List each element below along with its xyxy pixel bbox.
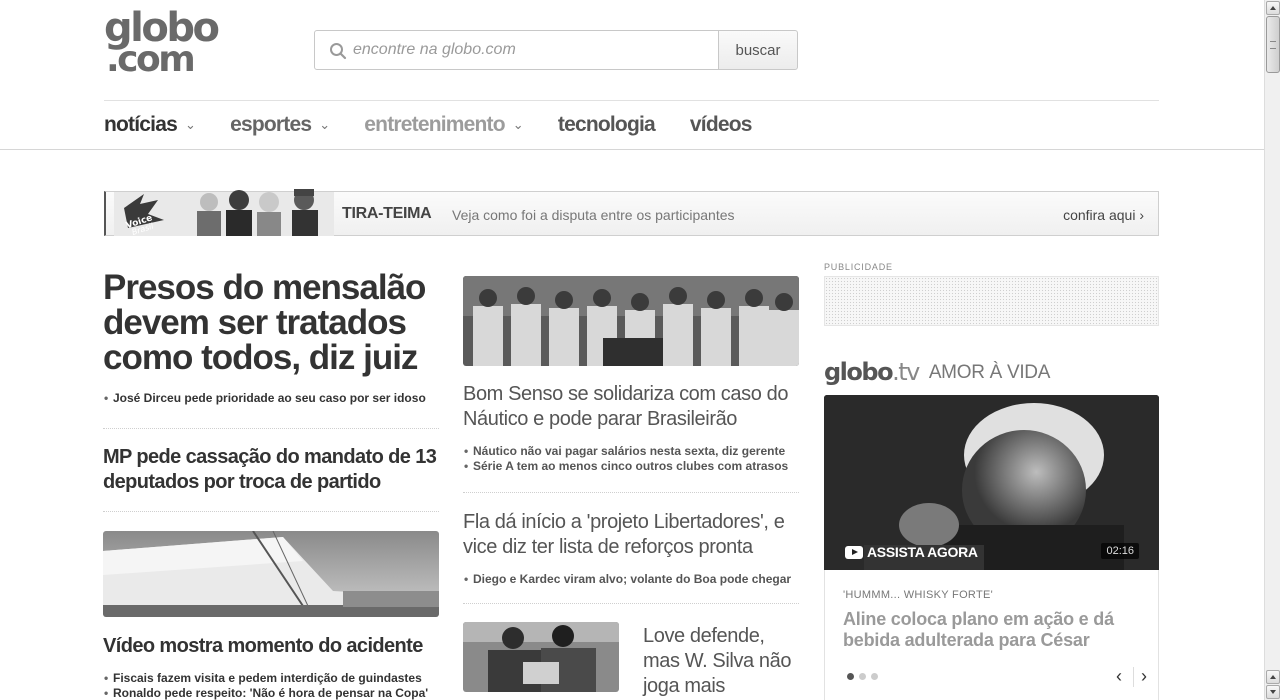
nav-divider xyxy=(1133,667,1134,687)
scroll-down-arrow-icon[interactable] xyxy=(1266,685,1280,699)
story-bullet[interactable]: Série A tem ao menos cinco outros clubes… xyxy=(463,459,799,474)
banner-title: TIRA-TEIMA xyxy=(342,205,432,222)
globo-logo[interactable]: globo .com xyxy=(104,8,220,82)
video-thumbnail[interactable]: ASSISTA AGORA 02:16 xyxy=(824,395,1159,570)
search-icon xyxy=(330,43,347,60)
headline-bullet[interactable]: José Dirceu pede prioridade ao seu caso … xyxy=(103,391,439,406)
video-title[interactable]: Aline coloca plano em ação e dá bebida a… xyxy=(843,609,1143,651)
carousel-dot[interactable] xyxy=(859,673,866,680)
scroll-thumb[interactable] xyxy=(1266,16,1280,73)
headline-fla-libertadores[interactable]: Fla dá início a 'projeto Libertadores', … xyxy=(463,510,799,560)
search-button[interactable]: buscar xyxy=(718,30,798,70)
nav-label: notícias xyxy=(104,113,178,136)
love-photo[interactable] xyxy=(463,622,619,692)
scroll-up-arrow-icon[interactable] xyxy=(1266,1,1280,15)
headline-bom-senso[interactable]: Bom Senso se solidariza com caso do Náut… xyxy=(463,382,799,432)
globotv-logo-main: globo xyxy=(824,358,894,386)
headline-video-acidente[interactable]: Vídeo mostra momento do acidente xyxy=(103,634,439,659)
chevron-down-icon: ⌄ xyxy=(184,117,196,132)
video-info-card: 'HUMMM... WHISKY FORTE' Aline coloca pla… xyxy=(824,570,1159,700)
globotv-header: globo.tv AMOR À VIDA xyxy=(824,358,1159,386)
headline-love[interactable]: Love defende, mas W. Silva não joga mais xyxy=(643,624,793,699)
page-scrollbar[interactable] xyxy=(1264,0,1280,700)
carousel-dot[interactable] xyxy=(847,673,854,680)
play-icon xyxy=(845,545,863,559)
headline-main[interactable]: Presos do mensalão devem ser tratados co… xyxy=(103,270,439,375)
chevron-down-icon: ⌄ xyxy=(512,117,524,132)
nav-label: entretenimento xyxy=(364,113,505,136)
globotv-logo-suffix: .tv xyxy=(892,358,920,386)
tira-teima-banner[interactable]: Voice Brasil TIRA-TEIMA Veja como foi a … xyxy=(104,189,1159,236)
banner-cta-link[interactable]: confira aqui › xyxy=(1063,207,1144,223)
story-bullet[interactable]: Ronaldo pede respeito: 'Não é hora de pe… xyxy=(103,686,439,700)
nav-divider xyxy=(104,100,1159,101)
site-header: globo .com buscar notícias ⌄ esportes ⌄ … xyxy=(0,0,1264,150)
main-nav: notícias ⌄ esportes ⌄ entretenimento ⌄ t… xyxy=(104,111,787,139)
ad-slot[interactable] xyxy=(824,276,1159,326)
globotv-logo[interactable]: globo.tv xyxy=(824,358,920,386)
accident-photo[interactable] xyxy=(103,531,439,617)
nav-label: tecnologia xyxy=(557,113,656,136)
nav-item-tecnologia[interactable]: tecnologia xyxy=(557,111,656,139)
ad-label: PUBLICIDADE xyxy=(824,262,893,272)
story-bullet[interactable]: Náutico não vai pagar salários nesta sex… xyxy=(463,444,799,459)
nav-item-noticias[interactable]: notícias ⌄ xyxy=(104,111,196,139)
video-duration: 02:16 xyxy=(1101,543,1139,559)
nav-label: vídeos xyxy=(689,113,753,136)
carousel-dots xyxy=(847,673,883,680)
team-image xyxy=(463,276,799,366)
watch-now-label: ASSISTA AGORA xyxy=(867,544,978,560)
story-bullet[interactable]: Diego e Kardec viram alvo; volante do Bo… xyxy=(463,572,799,587)
watch-now-button[interactable]: ASSISTA AGORA xyxy=(845,544,978,560)
news-column-left: Presos do mensalão devem ser tratados co… xyxy=(103,270,439,700)
news-column-middle: Bom Senso se solidariza com caso do Náut… xyxy=(463,276,799,699)
nav-item-entretenimento[interactable]: entretenimento ⌄ xyxy=(364,111,523,139)
banner-description: Veja como foi a disputa entre os partici… xyxy=(452,207,735,223)
nautico-team-photo[interactable] xyxy=(463,276,799,366)
headline-cassacao[interactable]: MP pede cassação do mandato de 13 deputa… xyxy=(103,445,439,495)
show-name[interactable]: AMOR À VIDA xyxy=(929,362,1051,386)
story-bullet[interactable]: Fiscais fazem visita e pedem interdição … xyxy=(103,671,439,686)
stadium-construction-image xyxy=(103,531,439,617)
scroll-up-arrow-icon[interactable] xyxy=(1266,670,1280,684)
video-kicker: 'HUMMM... WHISKY FORTE' xyxy=(843,589,994,601)
search-box xyxy=(314,30,719,70)
carousel-dot[interactable] xyxy=(871,673,878,680)
search-input[interactable] xyxy=(353,37,703,63)
story-love: Love defende, mas W. Silva não joga mais xyxy=(463,622,799,699)
nav-item-esportes[interactable]: esportes ⌄ xyxy=(230,111,330,139)
nav-label: esportes xyxy=(230,113,312,136)
the-voice-brasil-artwork: Voice Brasil xyxy=(114,189,334,236)
chevron-right-icon[interactable]: › xyxy=(1141,667,1147,685)
chevron-down-icon: ⌄ xyxy=(319,117,330,132)
players-image xyxy=(463,622,619,692)
nav-item-videos[interactable]: vídeos xyxy=(689,111,753,139)
chevron-left-icon[interactable]: ‹ xyxy=(1116,667,1122,685)
right-sidebar: PUBLICIDADE globo.tv AMOR À VIDA ASSISTA… xyxy=(824,262,1159,700)
